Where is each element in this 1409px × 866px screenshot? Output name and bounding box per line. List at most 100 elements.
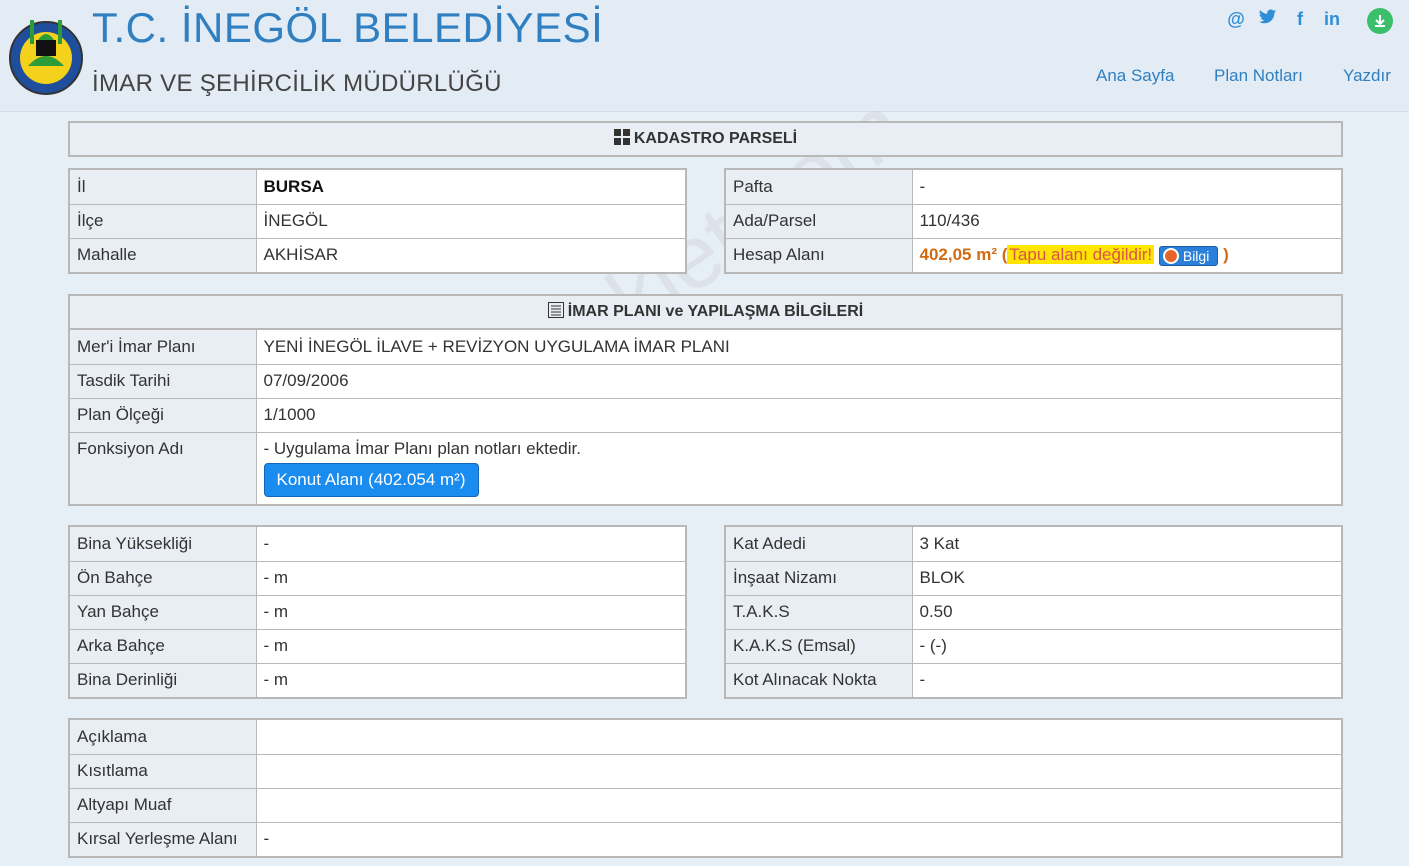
- row-value: BLOK: [912, 561, 1341, 596]
- row-label: Tasdik Tarihi: [70, 364, 257, 399]
- row-label: Altyapı Muaf: [70, 788, 257, 823]
- row-value: İNEGÖL: [256, 204, 685, 239]
- twitter-icon[interactable]: [1258, 9, 1278, 30]
- table-row: İl BURSA: [70, 170, 685, 205]
- row-value: AKHİSAR: [256, 238, 685, 272]
- table-row: Fonksiyon Adı - Uygulama İmar Planı plan…: [70, 432, 1341, 504]
- row-label: Kat Adedi: [726, 527, 913, 562]
- row-label: Yan Bahçe: [70, 595, 257, 630]
- table-row: Kırsal Yerleşme Alanı -: [70, 822, 1341, 856]
- facebook-icon[interactable]: f: [1290, 9, 1310, 30]
- row-value: YENİ İNEGÖL İLAVE + REVİZYON UYGULAMA İM…: [256, 330, 1341, 365]
- row-value: 1/1000: [256, 398, 1341, 433]
- row-value: - m: [256, 595, 685, 630]
- page-subtitle: İMAR VE ŞEHİRCİLİK MÜDÜRLÜĞÜ: [92, 70, 502, 97]
- imar-table: Mer'i İmar Planı YENİ İNEGÖL İLAVE + REVİ…: [68, 328, 1343, 506]
- row-value: -: [912, 170, 1341, 205]
- row-label: Pafta: [726, 170, 913, 205]
- row-value: 3 Kat: [912, 527, 1341, 562]
- table-row: İnşaat Nizamı BLOK: [726, 561, 1341, 596]
- municipality-logo: [9, 20, 83, 95]
- nav-home[interactable]: Ana Sayfa: [1096, 66, 1214, 86]
- table-row: T.A.K.S 0.50: [726, 595, 1341, 630]
- row-label: Ada/Parsel: [726, 204, 913, 239]
- area-warning: Tapu alanı değildir!: [1007, 244, 1155, 264]
- linkedin-icon[interactable]: in: [1322, 9, 1342, 30]
- row-label: İl: [70, 170, 257, 205]
- row-label: Kırsal Yerleşme Alanı: [70, 822, 257, 856]
- row-value: [256, 754, 1341, 789]
- notes-table: Açıklama Kısıtlama Altyapı Muaf Kırsal Y…: [68, 718, 1343, 858]
- table-row: Arka Bahçe - m: [70, 629, 685, 664]
- info-button[interactable]: Bilgi: [1158, 245, 1219, 266]
- row-label: T.A.K.S: [726, 595, 913, 630]
- row-value: 0.50: [912, 595, 1341, 630]
- row-label: Fonksiyon Adı: [70, 432, 257, 504]
- row-label: Hesap Alanı: [726, 238, 913, 272]
- table-row: Kısıtlama: [70, 754, 1341, 789]
- top-nav: Ana Sayfa Plan Notları Yazdır: [1096, 66, 1391, 86]
- row-label: Kot Alınacak Nokta: [726, 663, 913, 697]
- table-row: Pafta -: [726, 170, 1341, 205]
- row-label: Açıklama: [70, 720, 257, 755]
- table-row: Ada/Parsel 110/436: [726, 204, 1341, 239]
- function-cell: - Uygulama İmar Planı plan notları ekted…: [256, 432, 1341, 504]
- nav-plan-notes[interactable]: Plan Notları: [1214, 66, 1343, 86]
- table-row: Bina Yüksekliği -: [70, 527, 685, 562]
- row-value: [256, 720, 1341, 755]
- table-row: Plan Ölçeği 1/1000: [70, 398, 1341, 433]
- row-label: Plan Ölçeği: [70, 398, 257, 433]
- table-row: Mahalle AKHİSAR: [70, 238, 685, 272]
- area-value-cell: 402,05 m² (Tapu alanı değildir! Bilgi ): [912, 238, 1341, 272]
- row-value: - (-): [912, 629, 1341, 664]
- table-row: Hesap Alanı 402,05 m² (Tapu alanı değild…: [726, 238, 1341, 272]
- row-value: 110/436: [912, 204, 1341, 239]
- table-row: Tasdik Tarihi 07/09/2006: [70, 364, 1341, 399]
- table-row: Bina Derinliği - m: [70, 663, 685, 697]
- kadastro-title: KADASTRO PARSELİ: [633, 130, 798, 147]
- table-row: İlçe İNEGÖL: [70, 204, 685, 239]
- page-title: T.C. İNEGÖL BELEDİYESİ: [92, 4, 604, 51]
- table-row: Ön Bahçe - m: [70, 561, 685, 596]
- social-links: @ f in: [1226, 8, 1342, 30]
- email-icon[interactable]: @: [1226, 9, 1246, 30]
- row-value: [256, 788, 1341, 823]
- kadastro-left-table: İl BURSA İlçe İNEGÖL Mahalle AKHİSAR: [68, 168, 687, 274]
- table-row: K.A.K.S (Emsal) - (-): [726, 629, 1341, 664]
- table-row: Kot Alınacak Nokta -: [726, 663, 1341, 697]
- row-value: - m: [256, 629, 685, 664]
- row-value: - m: [256, 561, 685, 596]
- kadastro-header: KADASTRO PARSELİ: [68, 121, 1343, 157]
- table-row: Mer'i İmar Planı YENİ İNEGÖL İLAVE + REVİ…: [70, 330, 1341, 365]
- info-button-label: Bilgi: [1182, 247, 1210, 264]
- table-row: Yan Bahçe - m: [70, 595, 685, 630]
- area-value: 402,05 m²: [919, 244, 998, 264]
- row-label: Arka Bahçe: [70, 629, 257, 664]
- grid-icon: [613, 125, 630, 157]
- imar-title: İMAR PLANI ve YAPILAŞMA BİLGİLERİ: [567, 303, 864, 320]
- row-label: Ön Bahçe: [70, 561, 257, 596]
- row-label: İnşaat Nizamı: [726, 561, 913, 596]
- row-label: Bina Derinliği: [70, 663, 257, 697]
- table-row: Açıklama: [70, 720, 1341, 755]
- yapi-left-table: Bina Yüksekliği - Ön Bahçe - m Yan Bahçe - …: [68, 525, 687, 699]
- row-label: Kısıtlama: [70, 754, 257, 789]
- row-value: 07/09/2006: [256, 364, 1341, 399]
- table-row: Altyapı Muaf: [70, 788, 1341, 823]
- area-close-paren: ): [1223, 244, 1229, 264]
- function-note: - Uygulama İmar Planı plan notları ekted…: [263, 438, 581, 458]
- row-label: Mer'i İmar Planı: [70, 330, 257, 365]
- row-label: Mahalle: [70, 238, 257, 272]
- nav-print[interactable]: Yazdır: [1343, 66, 1391, 86]
- function-button[interactable]: Konut Alanı (402.054 m²): [263, 462, 479, 497]
- yapi-right-table: Kat Adedi 3 Kat İnşaat Nizamı BLOK T.A.K.S…: [724, 525, 1343, 699]
- page-header: T.C. İNEGÖL BELEDİYESİ İMAR VE ŞEHİRCİLİ…: [0, 0, 1409, 112]
- row-value: - m: [256, 663, 685, 697]
- download-icon[interactable]: [1367, 8, 1393, 34]
- list-icon: [547, 298, 564, 330]
- imar-header: İMAR PLANI ve YAPILAŞMA BİLGİLERİ: [68, 294, 1343, 330]
- row-label: Bina Yüksekliği: [70, 527, 257, 562]
- row-value: -: [256, 822, 1341, 856]
- row-value: -: [912, 663, 1341, 697]
- info-icon: [1162, 247, 1179, 264]
